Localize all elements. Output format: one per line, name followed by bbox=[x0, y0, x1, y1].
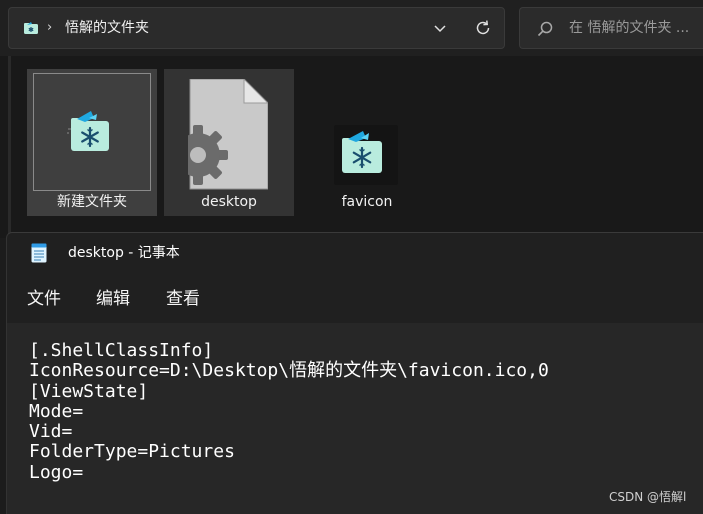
address-bar[interactable]: › 悟解的文件夹 bbox=[8, 7, 505, 49]
document-text[interactable]: [.ShellClassInfo] IconResource=D:\Deskto… bbox=[29, 340, 549, 483]
file-item-label: 新建文件夹 bbox=[57, 194, 127, 210]
file-item-desktop[interactable]: desktop bbox=[164, 69, 294, 216]
breadcrumb-current-folder[interactable]: 悟解的文件夹 bbox=[65, 19, 149, 37]
search-placeholder[interactable]: 在 悟解的文件夹 ... bbox=[569, 19, 689, 37]
chevron-down-icon[interactable] bbox=[431, 19, 449, 37]
search-box[interactable]: 在 悟解的文件夹 ... bbox=[519, 7, 703, 49]
menu-view[interactable]: 查看 bbox=[166, 287, 200, 311]
menu-file[interactable]: 文件 bbox=[27, 287, 61, 311]
notepad-titlebar[interactable]: desktop - 记事本 bbox=[7, 233, 703, 275]
snowflake-folder-icon bbox=[334, 125, 398, 185]
notepad-window: desktop - 记事本 文件 编辑 查看 [.ShellClassInfo]… bbox=[6, 232, 703, 514]
watermark: CSDN @悟解l bbox=[609, 490, 687, 504]
file-item-favicon[interactable]: favicon bbox=[302, 69, 432, 216]
folder-location-icon bbox=[24, 22, 38, 34]
file-item-new-folder[interactable]: 新建文件夹 bbox=[27, 69, 157, 216]
search-icon bbox=[537, 21, 553, 37]
window-title: desktop - 记事本 bbox=[68, 245, 180, 261]
nav-pane-edge bbox=[8, 56, 11, 238]
text-editor[interactable]: [.ShellClassInfo] IconResource=D:\Deskto… bbox=[7, 323, 703, 514]
refresh-icon[interactable] bbox=[473, 18, 493, 38]
file-item-label: favicon bbox=[341, 194, 393, 210]
file-view: 新建文件夹 desktop favicon bbox=[0, 56, 703, 238]
menu-bar: 文件 编辑 查看 bbox=[7, 279, 703, 319]
snowflake-folder-icon bbox=[67, 111, 109, 151]
breadcrumb-chevron[interactable]: › bbox=[47, 19, 52, 37]
file-item-label: desktop bbox=[201, 194, 257, 210]
explorer-toolbar: › 悟解的文件夹 在 悟解的文件夹 ... bbox=[0, 0, 703, 56]
notepad-icon bbox=[31, 243, 47, 263]
menu-edit[interactable]: 编辑 bbox=[96, 287, 130, 311]
settings-file-icon bbox=[188, 79, 268, 190]
